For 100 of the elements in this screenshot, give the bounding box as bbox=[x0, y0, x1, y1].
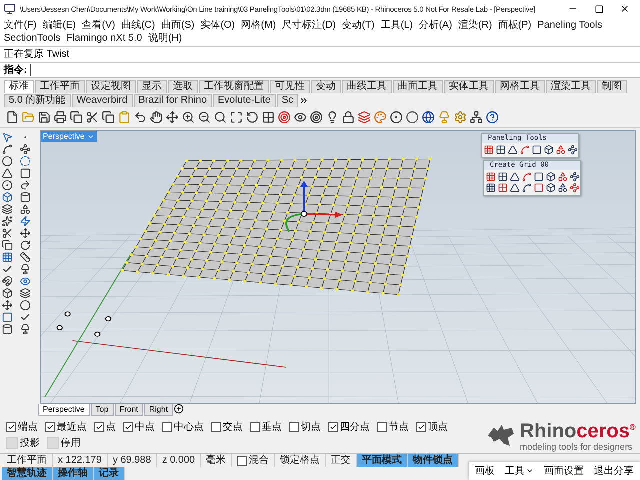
toolbar-tab[interactable]: 5.0 的新功能 bbox=[4, 94, 71, 107]
menu-item[interactable]: 文件(F) bbox=[4, 19, 37, 32]
panel-grid-icon[interactable] bbox=[498, 183, 508, 193]
target-icon[interactable] bbox=[278, 110, 291, 124]
help-icon[interactable] bbox=[486, 110, 499, 124]
viewport-tab[interactable]: Right bbox=[144, 404, 174, 416]
menu-item[interactable]: 实体(O) bbox=[200, 19, 236, 32]
circle-icon[interactable] bbox=[20, 300, 31, 311]
toolbar-tab[interactable]: Evolute-Lite bbox=[213, 94, 276, 107]
eye-icon[interactable] bbox=[20, 276, 31, 287]
share-menu-button[interactable]: 退出分享 bbox=[594, 464, 634, 478]
checkbox[interactable] bbox=[123, 422, 133, 432]
box-icon[interactable] bbox=[546, 183, 556, 193]
network-icon[interactable] bbox=[470, 110, 483, 124]
toolbar-tab[interactable]: 实体工具 bbox=[444, 80, 494, 93]
shapes-icon[interactable] bbox=[556, 145, 566, 155]
sparkle-icon[interactable] bbox=[2, 216, 13, 227]
lamp-icon[interactable] bbox=[20, 324, 31, 335]
checkbox[interactable] bbox=[45, 422, 55, 432]
square-icon[interactable] bbox=[532, 145, 542, 155]
points-icon[interactable] bbox=[568, 145, 578, 155]
copy-icon[interactable] bbox=[102, 110, 115, 124]
cylinder-icon[interactable] bbox=[2, 324, 13, 335]
checkbox[interactable] bbox=[289, 422, 299, 432]
curve-icon[interactable] bbox=[522, 183, 532, 193]
rectangle-icon[interactable] bbox=[20, 168, 31, 179]
menu-item[interactable]: 尺寸标注(D) bbox=[282, 19, 336, 32]
share-menu-button[interactable]: 画板 bbox=[475, 464, 495, 478]
new-file-icon[interactable] bbox=[6, 110, 19, 124]
circle-icon[interactable] bbox=[2, 156, 13, 167]
toolbar-tab[interactable]: Sc bbox=[276, 94, 298, 107]
save-icon[interactable] bbox=[38, 110, 51, 124]
grid-icon[interactable] bbox=[484, 145, 494, 155]
clipboard-icon[interactable] bbox=[118, 110, 131, 124]
toolbar-tab[interactable]: 设定视图 bbox=[86, 80, 136, 93]
grid-icon[interactable] bbox=[262, 110, 275, 124]
undo-icon[interactable] bbox=[134, 110, 147, 124]
rectangle-icon[interactable] bbox=[2, 312, 13, 323]
panel-grid-icon[interactable] bbox=[496, 145, 506, 155]
share-menu-button[interactable]: 画面设置 bbox=[544, 464, 584, 478]
grid-icon[interactable] bbox=[486, 183, 496, 193]
zoom-in-icon[interactable] bbox=[182, 110, 195, 124]
toggle-box[interactable] bbox=[6, 437, 18, 449]
toolbar-tab[interactable]: 曲面工具 bbox=[393, 80, 443, 93]
menu-item[interactable]: 曲面(S) bbox=[161, 19, 195, 32]
toolbar-tab[interactable]: Brazil for Rhino bbox=[134, 94, 212, 107]
checkbox[interactable] bbox=[328, 422, 338, 432]
eye-icon[interactable] bbox=[294, 110, 307, 124]
status-toggle[interactable]: 平面模式 bbox=[357, 454, 408, 467]
more-tabs-icon[interactable] bbox=[299, 96, 310, 106]
menu-item[interactable]: 网格(M) bbox=[241, 19, 276, 32]
hand-icon[interactable] bbox=[150, 110, 163, 124]
target-icon[interactable] bbox=[310, 110, 323, 124]
copy-icon[interactable] bbox=[2, 240, 13, 251]
box-icon[interactable] bbox=[2, 288, 13, 299]
polyline-icon[interactable] bbox=[2, 144, 13, 155]
check-icon[interactable] bbox=[20, 312, 31, 323]
move-icon[interactable] bbox=[20, 228, 31, 239]
toolbar-tab[interactable]: 选取 bbox=[168, 80, 198, 93]
toolbar-tab[interactable]: 显示 bbox=[137, 80, 167, 93]
rotate-icon[interactable] bbox=[246, 110, 259, 124]
status-toggle[interactable]: 物件锁点 bbox=[408, 454, 460, 467]
status-toggle[interactable]: 智慧轨迹 bbox=[2, 467, 53, 480]
checkbox[interactable] bbox=[162, 422, 172, 432]
scissors-icon[interactable] bbox=[2, 228, 13, 239]
copy-icon[interactable] bbox=[70, 110, 83, 124]
toggle-box[interactable] bbox=[47, 437, 59, 449]
curve-icon[interactable] bbox=[520, 145, 530, 155]
toolbar-tab[interactable]: 工作平面 bbox=[35, 80, 85, 93]
cut-icon[interactable] bbox=[86, 110, 99, 124]
box-icon[interactable] bbox=[546, 172, 556, 182]
lock-icon[interactable] bbox=[342, 110, 355, 124]
triangle-icon[interactable] bbox=[2, 168, 13, 179]
rotate-icon[interactable] bbox=[20, 240, 31, 251]
zoom-out-icon[interactable] bbox=[198, 110, 211, 124]
maximize-icon[interactable] bbox=[230, 110, 243, 124]
square-icon[interactable] bbox=[534, 172, 544, 182]
cylinder-icon[interactable] bbox=[20, 192, 31, 203]
checkbox[interactable] bbox=[377, 422, 387, 432]
status-toggle[interactable]: 锁定格点 bbox=[275, 454, 326, 467]
toolbar-tab[interactable]: 渲染工具 bbox=[546, 80, 596, 93]
share-menu-button[interactable]: 工具 bbox=[505, 464, 534, 478]
viewport-tab[interactable]: Front bbox=[114, 404, 144, 416]
menu-item[interactable]: Paneling Tools bbox=[538, 19, 603, 32]
search-icon[interactable] bbox=[214, 110, 227, 124]
printer-icon[interactable] bbox=[54, 110, 67, 124]
square-icon[interactable] bbox=[534, 183, 544, 193]
menu-item[interactable]: 分析(A) bbox=[419, 19, 452, 32]
checkbox[interactable] bbox=[211, 422, 221, 432]
triangle-icon[interactable] bbox=[508, 145, 518, 155]
viewport-tab[interactable]: Perspective bbox=[38, 404, 90, 416]
box-icon[interactable] bbox=[544, 145, 554, 155]
status-toggle[interactable]: 记录 bbox=[94, 467, 125, 480]
lamp-icon[interactable] bbox=[20, 264, 31, 275]
viewport-tab[interactable]: Top bbox=[90, 404, 114, 416]
toolbar-tab[interactable]: Weaverbird bbox=[72, 94, 133, 107]
menu-item[interactable]: 说明(H) bbox=[148, 32, 182, 45]
control-points-icon[interactable] bbox=[20, 144, 31, 155]
menu-item[interactable]: Flamingo nXt 5.0 bbox=[66, 32, 142, 45]
status-checkbox[interactable]: 混合 bbox=[232, 454, 276, 467]
